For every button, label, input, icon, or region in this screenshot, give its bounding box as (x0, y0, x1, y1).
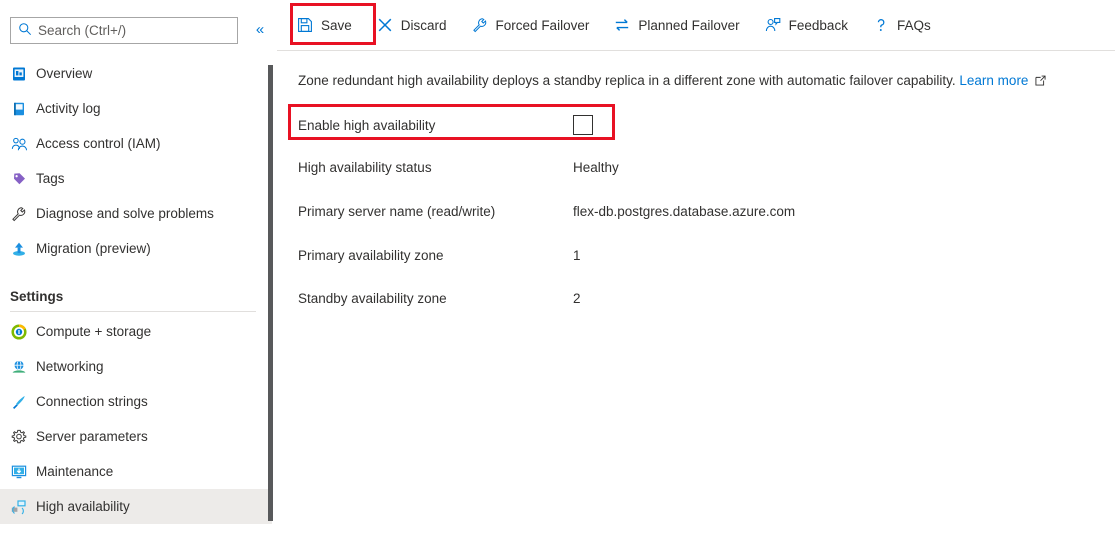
sidebar-item-label: Migration (preview) (36, 241, 151, 256)
search-icon (18, 22, 32, 39)
sidebar-item-label: Activity log (36, 101, 101, 116)
high-availability-status-row: High availability status Healthy (298, 153, 1058, 181)
wrench-icon (10, 205, 28, 223)
save-icon (296, 16, 314, 34)
discard-icon (376, 16, 394, 34)
swap-icon (613, 16, 631, 34)
sidebar-item-activity-log[interactable]: Activity log (0, 91, 272, 126)
azure-portal-high-availability-page: « Overview (0, 0, 1115, 554)
sidebar-item-migration[interactable]: Migration (preview) (0, 231, 272, 266)
learn-more-link[interactable]: Learn more (959, 73, 1028, 88)
overview-icon (10, 65, 28, 83)
sidebar-item-connection-strings[interactable]: Connection strings (0, 384, 272, 419)
enable-high-availability-row: Enable high availability (298, 111, 1058, 139)
discard-button-label: Discard (400, 17, 447, 33)
save-button-label: Save (321, 17, 352, 33)
activity-log-icon (10, 100, 28, 118)
maintenance-icon (10, 463, 28, 481)
gear-icon (10, 428, 28, 446)
intro-text: Zone redundant high availability deploys… (298, 73, 956, 88)
content-panel: Save Discard Forced Failover Planned Fai… (277, 0, 1115, 554)
nav-list: Overview Activity log Access control (IA… (0, 56, 272, 524)
enable-high-availability-checkbox[interactable] (573, 115, 593, 135)
sidebar-item-label: Server parameters (36, 429, 148, 444)
sidebar-item-label: Access control (IAM) (36, 136, 161, 151)
sidebar-item-overview[interactable]: Overview (0, 56, 272, 91)
sidebar-item-label: Overview (36, 66, 93, 81)
sidebar-item-server-parameters[interactable]: Server parameters (0, 419, 272, 454)
sidebar-item-access-control[interactable]: Access control (IAM) (0, 126, 272, 161)
faqs-button[interactable]: FAQs (862, 10, 941, 40)
sidebar-item-maintenance[interactable]: Maintenance (0, 454, 272, 489)
standby-availability-zone-row: Standby availability zone 2 (298, 284, 1058, 312)
planned-failover-button[interactable]: Planned Failover (603, 10, 749, 40)
intro-text-row: Zone redundant high availability deploys… (298, 73, 1046, 89)
sidebar-item-label: Tags (36, 171, 65, 186)
migration-icon (10, 240, 28, 258)
search-box[interactable] (10, 17, 238, 44)
connection-strings-icon (10, 393, 28, 411)
field-label: Primary server name (read/write) (298, 203, 496, 219)
sidebar-item-tags[interactable]: Tags (0, 161, 272, 196)
sidebar-item-label: Maintenance (36, 464, 114, 479)
field-label: High availability status (298, 159, 432, 175)
search-input[interactable] (38, 23, 228, 38)
faqs-label: FAQs (896, 17, 931, 33)
primary-availability-zone-row: Primary availability zone 1 (298, 241, 1058, 269)
wrench-icon (471, 16, 489, 34)
primary-server-name-value: flex-db.postgres.database.azure.com (573, 203, 796, 219)
command-toolbar: Save Discard Forced Failover Planned Fai… (277, 0, 1115, 51)
sidebar-item-networking[interactable]: Networking (0, 349, 272, 384)
sidebar-scrollbar[interactable] (268, 65, 273, 521)
field-label: Primary availability zone (298, 247, 444, 263)
sidebar-item-compute-storage[interactable]: Compute + storage (0, 314, 272, 349)
primary-server-name-row: Primary server name (read/write) flex-db… (298, 197, 1058, 225)
standby-availability-zone-value: 2 (573, 290, 581, 306)
primary-availability-zone-value: 1 (573, 247, 581, 263)
access-control-icon (10, 135, 28, 153)
high-availability-icon (10, 498, 28, 516)
feedback-button[interactable]: Feedback (754, 10, 858, 40)
sidebar-item-label: Connection strings (36, 394, 148, 409)
question-icon (872, 16, 890, 34)
feedback-icon (764, 16, 782, 34)
compute-storage-icon (10, 323, 28, 341)
sidebar-item-label: High availability (36, 499, 130, 514)
high-availability-status-value: Healthy (573, 159, 619, 175)
sidebar-item-diagnose[interactable]: Diagnose and solve problems (0, 196, 272, 231)
enable-high-availability-label: Enable high availability (298, 117, 436, 133)
field-label: Standby availability zone (298, 290, 447, 306)
save-button[interactable]: Save (286, 10, 362, 40)
discard-button[interactable]: Discard (366, 10, 457, 40)
feedback-label: Feedback (788, 17, 848, 33)
sidebar-item-label: Compute + storage (36, 324, 152, 339)
resource-menu-sidebar: « Overview (0, 0, 273, 554)
sidebar-divider (10, 311, 256, 312)
planned-failover-label: Planned Failover (638, 17, 740, 33)
external-link-icon (1031, 74, 1046, 89)
sidebar-item-label: Diagnose and solve problems (36, 206, 214, 221)
sidebar-item-label: Networking (36, 359, 104, 374)
sidebar-section-settings: Settings (10, 289, 64, 304)
collapse-menu-button[interactable]: « (250, 20, 270, 40)
sidebar-item-high-availability[interactable]: High availability (0, 489, 272, 524)
networking-icon (10, 358, 28, 376)
tag-icon (10, 170, 28, 188)
forced-failover-button[interactable]: Forced Failover (461, 10, 600, 40)
forced-failover-label: Forced Failover (495, 17, 590, 33)
